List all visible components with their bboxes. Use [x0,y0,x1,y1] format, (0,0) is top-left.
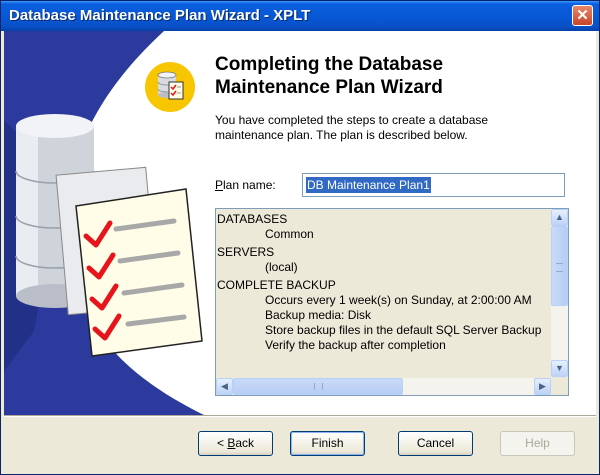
back-button-rest: ack [235,436,255,450]
checklist-paper-icon [75,188,203,357]
scroll-down-button[interactable]: ▼ [551,360,568,377]
scroll-right-icon: ▶ [539,381,546,391]
wizard-content: Completing the Database Maintenance Plan… [4,31,596,415]
page-heading-line-2: Maintenance Plan Wizard [215,77,443,98]
close-icon: ✕ [576,7,589,24]
horizontal-scrollbar[interactable]: ◀ ▶ [216,378,551,395]
help-button[interactable]: Help [500,431,575,456]
cancel-button[interactable]: Cancel [398,431,473,456]
plan-summary-box[interactable]: DATABASES Common SERVERS (local) COMPLETE BA… [215,208,569,396]
summary-section-item: Occurs every 1 week(s) on Sunday, at 2:0… [265,293,532,307]
summary-section-item: Common [265,227,314,241]
horizontal-scroll-thumb[interactable] [233,378,403,395]
plan-name-label: Plan name: [215,178,276,192]
summary-section-heading: COMPLETE BACKUP [217,278,336,292]
window-title: Database Maintenance Plan Wizard - XPLT [9,7,311,24]
scroll-left-icon: ◀ [221,381,228,391]
back-button-prefix: < [216,436,228,450]
vertical-scrollbar[interactable]: ▲ ▼ [551,209,568,377]
wizard-window: Database Maintenance Plan Wizard - XPLT … [0,0,600,475]
back-button[interactable]: < Back [198,431,273,456]
scroll-grip-icon [314,383,323,390]
summary-section-item: Verify the backup after completion [265,338,446,352]
title-bar[interactable]: Database Maintenance Plan Wizard - XPLT … [1,1,599,31]
scroll-grip-icon [556,263,563,272]
page-heading-line-1: Completing the Database [215,54,444,75]
summary-section-item: (local) [265,260,298,274]
summary-section: DATABASES Common [217,212,549,242]
description-line-2: maintenance plan. The plan is described … [215,128,468,142]
database-checklist-icon [145,62,195,112]
button-divider [4,415,596,417]
close-button[interactable]: ✕ [572,5,593,26]
description-line-1: You have completed the steps to create a… [215,113,489,127]
plan-summary-text: DATABASES Common SERVERS (local) COMPLETE BA… [217,212,549,376]
plan-name-label-accel: P [215,178,224,192]
summary-section-item: Store backup files in the default SQL Se… [265,323,542,337]
scroll-up-icon: ▲ [555,212,564,222]
summary-section: SERVERS (local) [217,245,549,275]
finish-button[interactable]: Finish [290,431,365,456]
plan-name-value: DB Maintenance Plan1 [306,177,431,193]
scrollbar-corner [551,378,568,395]
plan-name-label-rest: lan name: [223,178,276,192]
summary-section-heading: SERVERS [217,245,275,259]
plan-name-input[interactable]: DB Maintenance Plan1 [302,173,565,197]
page-heading: Completing the Database Maintenance Plan… [215,53,555,99]
scroll-down-icon: ▼ [555,363,564,373]
scroll-up-button[interactable]: ▲ [551,209,568,226]
vertical-scroll-thumb[interactable] [551,226,568,306]
scroll-left-button[interactable]: ◀ [216,378,233,395]
summary-section-item: Backup media: Disk [265,308,372,322]
summary-section: COMPLETE BACKUP Occurs every 1 week(s) on… [217,278,549,353]
summary-section-heading: DATABASES [217,212,288,226]
scroll-right-button[interactable]: ▶ [534,378,551,395]
page-description: You have completed the steps to create a… [215,113,555,143]
